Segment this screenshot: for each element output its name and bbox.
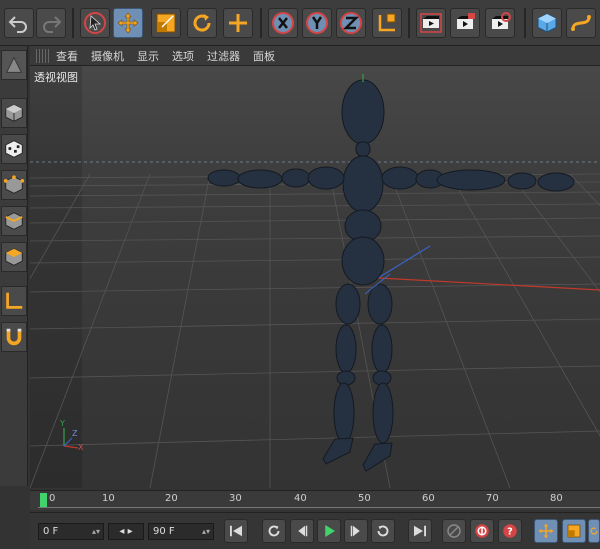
render-view-icon[interactable]	[416, 8, 446, 38]
svg-text:?: ?	[507, 526, 513, 537]
current-frame-field[interactable]: 0 F ▴▾	[38, 523, 104, 540]
render-picture-viewer-icon[interactable]	[450, 8, 480, 38]
redo-icon[interactable]	[36, 8, 66, 38]
viewport-menu-bar: 查看 摄像机 显示 选项 过滤器 面板	[30, 46, 600, 66]
menu-grip-icon[interactable]	[36, 48, 50, 63]
live-select-icon[interactable]	[80, 8, 110, 38]
safe-frame-shade	[30, 66, 82, 488]
polygons-mode-icon[interactable]	[1, 242, 27, 272]
current-frame-value: 0 F	[43, 526, 59, 537]
move-icon[interactable]	[113, 8, 143, 38]
timeline-tick: 20	[165, 493, 178, 504]
prev-frame-icon[interactable]	[290, 519, 314, 543]
magnet-icon[interactable]	[1, 322, 27, 352]
keyframe-selection-icon[interactable]: ?	[498, 519, 522, 543]
record-active-icon[interactable]	[442, 519, 466, 543]
render-settings-icon[interactable]	[485, 8, 515, 38]
points-mode-icon[interactable]	[1, 170, 27, 200]
timeline-tick: 30	[229, 493, 242, 504]
go-to-start-icon[interactable]	[224, 519, 248, 543]
transport-bar: 0 F ▴▾ ◂ ▸ 90 F ▴▾ ?	[30, 512, 600, 549]
left-toolbar	[0, 46, 28, 486]
timeline-tick: 40	[294, 493, 307, 504]
timeline-tick: 80	[550, 493, 563, 504]
menu-display[interactable]: 显示	[137, 48, 159, 64]
menu-panel[interactable]: 面板	[253, 48, 275, 64]
texture-mode-icon[interactable]	[1, 134, 27, 164]
prev-key-icon[interactable]	[262, 519, 286, 543]
main-toolbar	[0, 0, 600, 46]
cube-icon[interactable]	[532, 8, 562, 38]
add-icon[interactable]	[223, 8, 253, 38]
y-axis-icon[interactable]	[302, 8, 332, 38]
undo-icon[interactable]	[4, 8, 34, 38]
timeline-tick: 10	[102, 493, 115, 504]
key-rotation-icon[interactable]	[588, 519, 600, 543]
svg-text:X: X	[78, 443, 84, 452]
edges-mode-icon[interactable]	[1, 206, 27, 236]
key-position-icon[interactable]	[534, 519, 558, 543]
menu-filter[interactable]: 过滤器	[207, 48, 240, 64]
next-key-icon[interactable]	[371, 519, 395, 543]
step-arrows-icon[interactable]: ◂ ▸	[119, 526, 132, 537]
end-frame-field[interactable]: 90 F ▴▾	[148, 523, 214, 540]
cinema4d-window: 查看 摄像机 显示 选项 过滤器 面板 Y Z X 透视视图 0 10 20 3…	[0, 0, 600, 549]
toolbar-separator	[408, 8, 410, 38]
go-to-end-icon[interactable]	[408, 519, 432, 543]
viewport-scene: Y Z X	[30, 66, 600, 488]
frame-step-field[interactable]: ◂ ▸	[108, 523, 144, 540]
timeline-tick: 50	[358, 493, 371, 504]
svg-text:Z: Z	[72, 429, 78, 438]
next-frame-icon[interactable]	[344, 519, 368, 543]
timeline-playhead[interactable]	[40, 493, 47, 507]
stepper-arrows-icon[interactable]: ▴▾	[92, 524, 100, 539]
timeline-ruler[interactable]: 0 10 20 30 40 50 60 70 80	[30, 490, 600, 510]
timeline-tick: 0	[49, 493, 56, 504]
menu-options[interactable]: 选项	[172, 48, 194, 64]
perspective-viewport[interactable]: Y Z X 透视视图	[30, 66, 600, 488]
svg-text:Y: Y	[59, 419, 65, 428]
toolbar-separator	[260, 8, 262, 38]
z-axis-icon[interactable]	[336, 8, 366, 38]
timeline-baseline	[38, 507, 600, 508]
end-frame-value: 90 F	[153, 526, 175, 537]
timeline-tick: 60	[422, 493, 435, 504]
world-coord-icon[interactable]	[372, 8, 402, 38]
play-icon[interactable]	[317, 519, 341, 543]
rotate-icon[interactable]	[187, 8, 217, 38]
menu-view[interactable]: 查看	[56, 48, 78, 64]
spline-pen-icon[interactable]	[566, 8, 596, 38]
menu-camera[interactable]: 摄像机	[91, 48, 124, 64]
model-mode-icon[interactable]	[1, 50, 27, 80]
object-mode-icon[interactable]	[1, 98, 27, 128]
axis-mode-icon[interactable]	[1, 286, 27, 316]
toolbar-separator	[524, 8, 526, 38]
timeline-tick: 70	[486, 493, 499, 504]
toolbar-separator	[72, 8, 74, 38]
x-axis-icon[interactable]	[268, 8, 298, 38]
stepper-arrows-icon[interactable]: ▴▾	[202, 524, 210, 539]
scale-icon[interactable]	[151, 8, 181, 38]
auto-key-icon[interactable]	[470, 519, 494, 543]
viewport-title: 透视视图	[34, 71, 78, 84]
key-scale-icon[interactable]	[562, 519, 586, 543]
